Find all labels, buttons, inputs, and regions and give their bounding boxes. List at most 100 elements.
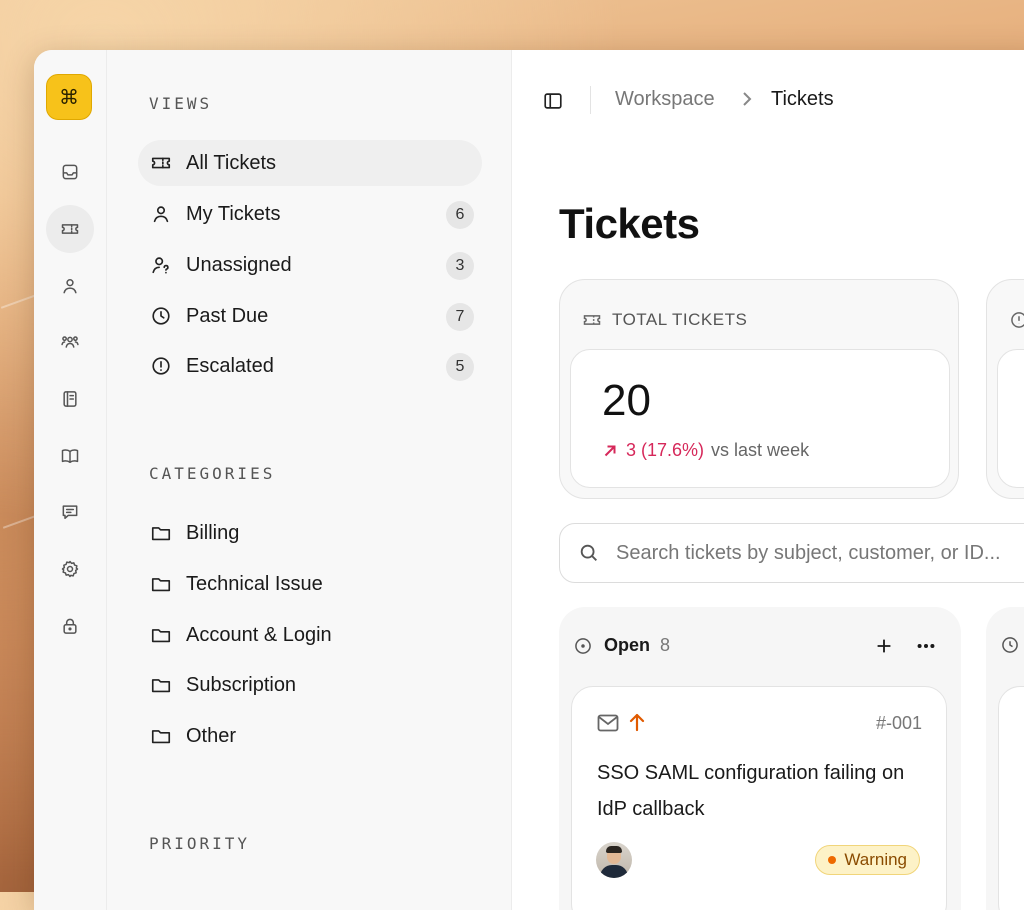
- search-icon: [580, 544, 597, 561]
- stat-body: [997, 349, 1024, 488]
- rail-chat-button[interactable]: [46, 488, 94, 536]
- arrow-up-right-icon: [604, 445, 616, 456]
- plus-icon: [877, 639, 891, 653]
- icon-rail: ⌘: [34, 50, 107, 910]
- settings-icon: [61, 560, 79, 578]
- user-icon: [153, 206, 169, 223]
- clock-icon: [152, 307, 170, 325]
- sidebar-item-label: Other: [186, 724, 237, 747]
- toggle-sidebar-button[interactable]: [542, 90, 564, 112]
- lock-icon: [63, 618, 77, 634]
- users-icon: [61, 336, 79, 348]
- breadcrumb-workspace[interactable]: Workspace: [615, 88, 715, 111]
- delta-suffix: vs last week: [711, 440, 810, 460]
- rail-customers-button[interactable]: [46, 262, 94, 310]
- stat-card-total-tickets: TOTAL TICKETS 20 3 (17.6%) vs last week: [559, 279, 959, 499]
- sidebar-item-unassigned[interactable]: Unassigned 3: [138, 242, 482, 288]
- stat-delta: 3 (17.6%) vs last week: [602, 440, 809, 461]
- command-icon: ⌘: [59, 86, 79, 109]
- column-header: Open 8: [573, 635, 670, 656]
- sidebar-item-label: All Tickets: [186, 151, 277, 174]
- sidebar-item-label: Billing: [186, 521, 240, 544]
- delta-up: 3 (17.6%): [602, 440, 704, 461]
- rail-security-button[interactable]: [46, 602, 94, 650]
- main-content: Workspace Tickets Tickets TOTAL TICKETS …: [512, 50, 1024, 910]
- rail-knowledge-button[interactable]: [46, 432, 94, 480]
- column-header: [1000, 635, 1020, 655]
- rail-inbox-button[interactable]: [46, 148, 94, 196]
- ticket-subject: SSO SAML configuration failing on IdP ca…: [597, 762, 905, 820]
- app-logo[interactable]: ⌘: [46, 74, 92, 120]
- page-title: Tickets: [559, 200, 700, 247]
- ticket-card[interactable]: #-001 SSO SAML configuration failing on …: [571, 686, 947, 910]
- avatar[interactable]: [596, 842, 632, 878]
- sidebar-item-all-tickets[interactable]: All Tickets: [138, 140, 482, 186]
- count-badge: 6: [446, 201, 474, 229]
- sidebar-item-label: Account & Login: [186, 623, 332, 646]
- stat-header: [1009, 310, 1024, 330]
- stat-card-partial: [986, 279, 1024, 499]
- folder-icon: [151, 578, 171, 592]
- column-menu-button[interactable]: [915, 635, 937, 657]
- sidebar-item-technical-issue[interactable]: Technical Issue: [138, 561, 482, 607]
- mail-icon: [597, 714, 619, 737]
- rail-teams-button[interactable]: [46, 318, 94, 366]
- stat-header: TOTAL TICKETS: [582, 310, 747, 330]
- ticket-card[interactable]: [998, 686, 1024, 910]
- circle-dot-icon: [575, 637, 591, 654]
- search-bar[interactable]: [559, 523, 1024, 583]
- clock-icon: [1002, 637, 1018, 653]
- delta-value: 3 (17.6%): [626, 440, 705, 460]
- kanban-column-partial: [986, 607, 1024, 910]
- inbox-icon: [62, 164, 78, 180]
- status-badge: Warning: [815, 845, 920, 875]
- stat-value: 20: [602, 376, 651, 425]
- sidebar-item-label: Escalated: [186, 354, 274, 377]
- sidebar-item-billing[interactable]: Billing: [138, 510, 482, 556]
- search-input[interactable]: [614, 540, 1024, 566]
- sidebar-toggle-icon: [544, 93, 562, 109]
- alert-circle-icon: [1011, 312, 1024, 328]
- folder-icon: [151, 629, 171, 643]
- ticket-icon: [61, 224, 79, 234]
- rail-settings-button[interactable]: [46, 545, 94, 593]
- stat-label: TOTAL TICKETS: [612, 310, 748, 329]
- breadcrumb-tickets: Tickets: [771, 88, 834, 110]
- rail-tickets-button[interactable]: [46, 205, 94, 253]
- user-question-icon: [152, 257, 169, 274]
- status-dot: [828, 856, 837, 864]
- count-badge: 3: [446, 252, 474, 280]
- more-horizontal-icon: [917, 643, 935, 649]
- folder-icon: [151, 679, 171, 693]
- sidebar-item-past-due[interactable]: Past Due 7: [138, 293, 482, 339]
- folder-icon: [151, 730, 171, 744]
- user-icon: [63, 279, 77, 294]
- book-icon: [61, 449, 79, 463]
- sidebar-item-escalated[interactable]: Escalated 5: [138, 343, 482, 389]
- views-section-label: VIEWS: [149, 94, 213, 113]
- sidebar-item-my-tickets[interactable]: My Tickets 6: [138, 191, 482, 237]
- kanban-column-open: Open 8 #-001 SSO SAML configuration fail…: [559, 607, 961, 910]
- rail-notebook-button[interactable]: [46, 375, 94, 423]
- notebook-icon: [63, 391, 77, 407]
- sidebar-item-account-login[interactable]: Account & Login: [138, 612, 482, 658]
- count-badge: 5: [446, 353, 474, 381]
- sidebar-item-subscription[interactable]: Subscription: [138, 662, 482, 708]
- column-count: 8: [660, 635, 671, 655]
- ticket-icon: [151, 157, 171, 169]
- sidebar-item-other[interactable]: Other: [138, 713, 482, 759]
- chevron-right-icon: [740, 90, 754, 108]
- sidebar-item-label: My Tickets: [186, 202, 281, 225]
- categories-section-label: CATEGORIES: [149, 464, 276, 483]
- alert-circle-icon: [152, 357, 170, 375]
- ticket-id: #-001: [875, 713, 922, 733]
- column-title: Open: [604, 635, 651, 655]
- toolbar-divider: [590, 86, 591, 114]
- sidebar-item-label: Subscription: [186, 673, 297, 696]
- ticket-icon: [583, 315, 601, 325]
- status-label: Warning: [844, 850, 907, 869]
- chat-icon: [62, 505, 78, 519]
- sidebar-item-label: Unassigned: [186, 253, 292, 276]
- count-badge: 7: [446, 303, 474, 331]
- add-ticket-button[interactable]: [873, 635, 895, 657]
